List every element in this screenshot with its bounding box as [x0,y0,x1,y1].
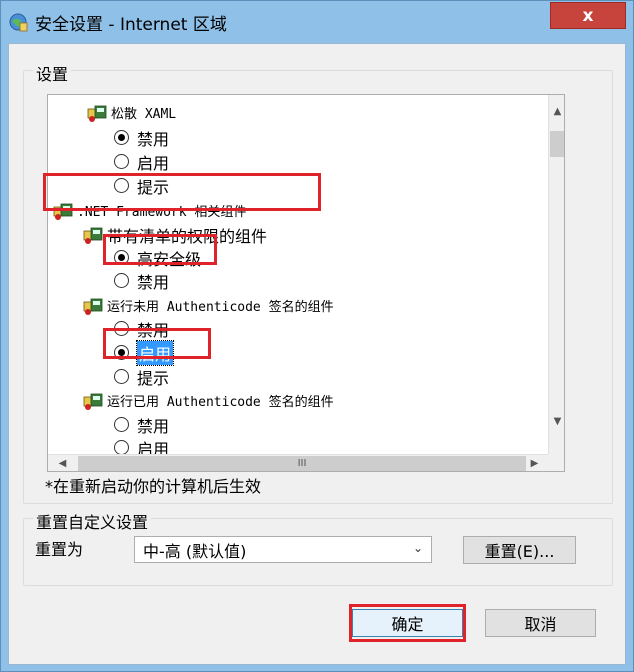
setting-category[interactable]: .NET Framework 相关组件 [52,199,246,222]
internet-globe-icon [9,13,28,32]
setting-label: 运行已用 Authenticode 签名的组件 [107,395,334,410]
setting-label: 松散 XAML [111,107,177,122]
settings-group-label: 设置 [33,61,72,85]
setting-category[interactable]: 松散 XAML [86,101,176,124]
scroll-right-icon[interactable]: ▶ [526,455,543,471]
setting-label: 启用 [137,153,170,173]
setting-option[interactable]: 禁用 [114,269,169,292]
radio-button[interactable] [114,345,129,360]
setting-label: 提示 [137,368,170,388]
setting-category[interactable]: 运行未用 Authenticode 签名的组件 [82,294,334,317]
scroll-left-icon[interactable]: ◀ [54,455,71,471]
component-settings-icon [52,201,74,221]
setting-option[interactable]: 启用 [114,339,175,366]
setting-option[interactable]: 提示 [114,174,169,197]
chevron-down-icon: ⌄ [412,541,423,555]
setting-option[interactable]: 启用 [114,150,169,173]
ok-button[interactable]: 确定 [352,609,463,637]
security-level-value: 中-高 (默认值) [143,541,247,561]
setting-label: 提示 [137,177,170,197]
radio-button[interactable] [114,154,129,169]
setting-category[interactable]: 带有清单的权限的组件 [82,223,267,246]
setting-option[interactable]: 禁用 [114,317,169,340]
horizontal-scroll-thumb[interactable]: III [78,456,526,471]
reset-to-label: 重置为 [35,540,84,559]
component-settings-icon [86,103,108,123]
component-settings-icon [82,391,104,411]
setting-option[interactable]: 禁用 [114,126,169,149]
close-button[interactable]: x [550,2,626,29]
security-settings-window: 安全设置 - Internet 区域 x 设置 松散 XAML 禁用 启用 提示 .NE… [0,0,634,672]
setting-option[interactable]: 高安全级 [114,246,201,269]
setting-label: .NET Framework 相关组件 [77,205,247,220]
scroll-down-icon[interactable]: ▼ [549,413,564,430]
setting-label: 禁用 [137,320,170,340]
setting-option[interactable]: 提示 [114,365,169,388]
setting-category[interactable]: 运行已用 Authenticode 签名的组件 [82,389,334,412]
reset-group-label: 重置自定义设置 [33,509,152,533]
horizontal-scrollbar[interactable]: ◀ III ▶ [48,454,548,471]
security-level-select[interactable]: 中-高 (默认值) ⌄ [134,536,432,563]
vertical-scrollbar[interactable]: ▲ ▼ [548,95,564,471]
close-icon: x [582,5,594,26]
setting-label: 带有清单的权限的组件 [107,226,268,246]
settings-tree[interactable]: 松散 XAML 禁用 启用 提示 .NET Framework 相关组件 带有清单的权限的… [47,94,565,472]
title-bar[interactable]: 安全设置 - Internet 区域 x [1,1,633,43]
reset-button[interactable]: 重置(E)... [463,536,576,564]
component-settings-icon [82,225,104,245]
setting-label: 启用 [135,339,175,366]
setting-label: 高安全级 [137,249,202,269]
vertical-scroll-thumb[interactable] [550,131,564,157]
radio-button[interactable] [114,273,129,288]
restart-note: *在重新启动你的计算机后生效 [45,477,262,496]
radio-button[interactable] [114,321,129,336]
radio-button[interactable] [114,369,129,384]
radio-button[interactable] [114,440,129,455]
component-settings-icon [82,296,104,316]
scroll-up-icon[interactable]: ▲ [549,103,564,120]
cancel-button[interactable]: 取消 [485,609,596,637]
radio-button[interactable] [114,250,129,265]
radio-button[interactable] [114,178,129,193]
scroll-corner [548,454,564,471]
radio-button[interactable] [114,417,129,432]
window-title: 安全设置 - Internet 区域 [35,15,227,35]
setting-label: 禁用 [137,416,170,436]
setting-label: 禁用 [137,272,170,292]
setting-label: 运行未用 Authenticode 签名的组件 [107,300,334,315]
dialog-body: 设置 松散 XAML 禁用 启用 提示 .NET Framework 相关组件 带有清单的… [8,43,626,665]
radio-button[interactable] [114,130,129,145]
setting-option[interactable]: 禁用 [114,413,169,436]
setting-label: 禁用 [137,129,170,149]
scroll-grip-icon: III [297,458,307,469]
